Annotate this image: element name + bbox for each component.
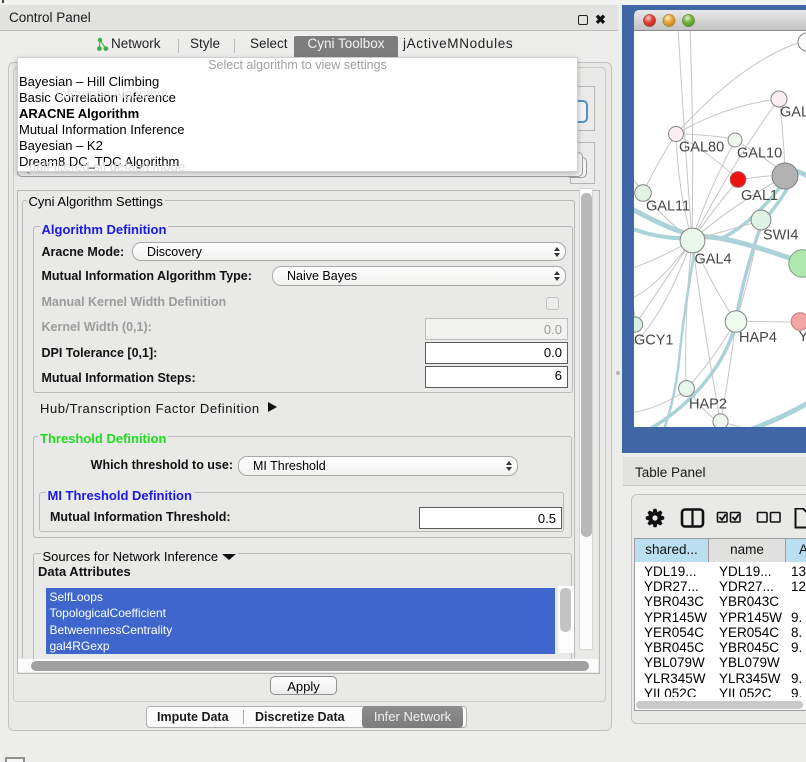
svg-text:GAL: GAL — [780, 105, 806, 121]
svg-text:HAP4: HAP4 — [739, 330, 777, 346]
svg-text:SWI4: SWI4 — [763, 228, 798, 244]
svg-text:GAL10: GAL10 — [737, 146, 782, 162]
svg-text:GCY1: GCY1 — [634, 333, 674, 349]
svg-text:GAL11: GAL11 — [646, 199, 690, 215]
svg-text:HAP2: HAP2 — [689, 397, 727, 413]
svg-text:GAL4: GAL4 — [695, 252, 732, 268]
svg-text:GAL80: GAL80 — [679, 140, 724, 156]
svg-text:Y: Y — [799, 329, 806, 345]
svg-text:GAL1: GAL1 — [741, 188, 778, 204]
